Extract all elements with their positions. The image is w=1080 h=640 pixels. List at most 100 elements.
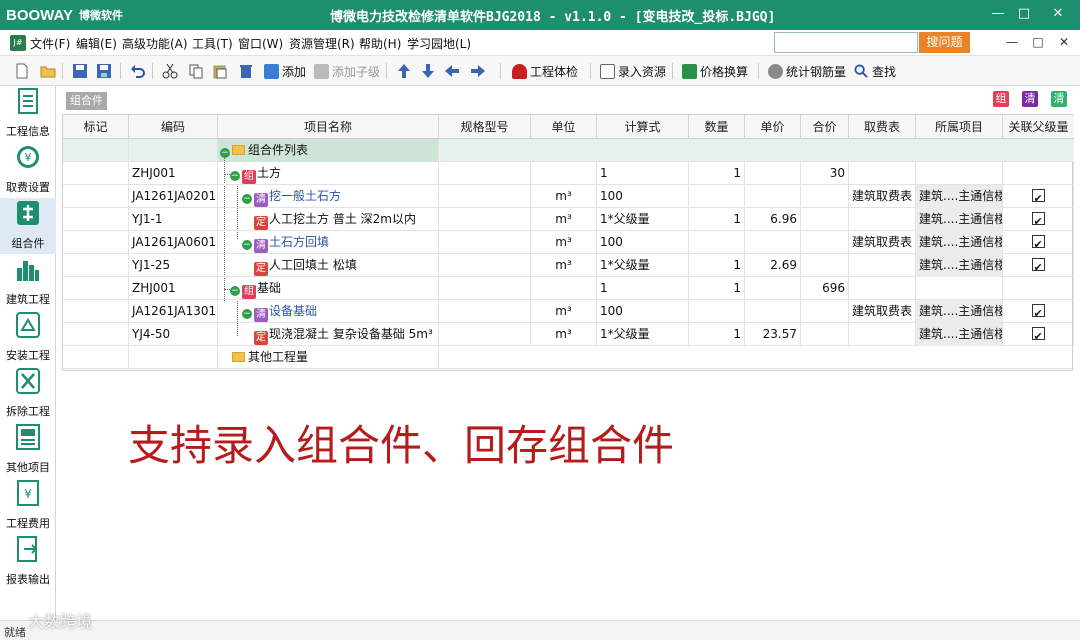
save-icon[interactable] [72, 63, 88, 79]
cell-mark[interactable] [63, 231, 129, 254]
table-row[interactable]: JA1261JA0201− 清挖一般土石方 m³ 100 建筑取费表 建筑....主通信楼 [63, 185, 1074, 208]
cell-fee-table[interactable] [849, 208, 916, 231]
cell-name[interactable]: 定现浇混凝土 复杂设备基础 5m³ [218, 323, 439, 346]
table-row[interactable]: ZHJ001− 组基础 1 1 696 [63, 277, 1074, 300]
cell-qty[interactable] [689, 300, 745, 323]
cell-mark[interactable] [63, 162, 129, 185]
cell-code[interactable]: YJ1-1 [129, 208, 218, 231]
cell-link-parent[interactable] [1003, 208, 1074, 231]
cell-formula[interactable]: 100 [597, 185, 689, 208]
copy-icon[interactable] [188, 63, 204, 79]
link-parent-checkbox[interactable] [1031, 233, 1045, 254]
cell-formula[interactable]: 100 [597, 300, 689, 323]
cut-icon[interactable] [162, 63, 178, 79]
cell-spec[interactable] [439, 162, 531, 185]
col-formula[interactable]: 计算式 [597, 115, 689, 139]
cell-total[interactable] [801, 231, 849, 254]
minimize-button[interactable]: — [986, 3, 1010, 25]
cell-formula[interactable]: 1*父级量 [597, 254, 689, 277]
cell-spec[interactable] [439, 208, 531, 231]
cell-code[interactable]: JA1261JA0201 [129, 185, 218, 208]
cell-total[interactable] [801, 254, 849, 277]
menu-learning[interactable]: 学习园地(L) [407, 35, 471, 52]
cell-link-parent[interactable] [1003, 277, 1074, 300]
cell-total[interactable] [801, 323, 849, 346]
price-convert-button[interactable]: 价格换算 [682, 62, 748, 80]
cell-project[interactable] [916, 277, 1003, 300]
cell-formula[interactable]: 1*父级量 [597, 208, 689, 231]
cell-price[interactable] [745, 162, 801, 185]
cell-link-parent[interactable] [1003, 323, 1074, 346]
badge-qing-green[interactable]: 清 [1051, 91, 1067, 107]
table-row-other[interactable]: 其他工程量 [63, 346, 1074, 369]
cell-unit[interactable]: m³ [531, 231, 597, 254]
table-row-root[interactable]: − 组合件列表 [63, 139, 1074, 162]
sidebar-item-building[interactable]: 建筑工程 [0, 254, 56, 310]
menu-help[interactable]: 帮助(H) [359, 35, 401, 52]
cell-formula[interactable]: 1*父级量 [597, 323, 689, 346]
cell-unit[interactable]: m³ [531, 185, 597, 208]
save-as-icon[interactable] [96, 63, 112, 79]
cell-formula[interactable]: 100 [597, 231, 689, 254]
cell-total[interactable] [801, 300, 849, 323]
cell-fee-table[interactable] [849, 277, 916, 300]
cell-mark[interactable] [63, 208, 129, 231]
cell-mark[interactable] [63, 185, 129, 208]
arrow-down-icon[interactable] [420, 63, 436, 79]
cell-qty[interactable]: 1 [689, 277, 745, 300]
collapse-toggle-icon[interactable]: − [242, 194, 252, 204]
cell-project[interactable]: 建筑....主通信楼 [916, 185, 1003, 208]
project-check-button[interactable]: 工程体检 [512, 62, 578, 80]
col-name[interactable]: 项目名称 [218, 115, 439, 139]
col-unit[interactable]: 单位 [531, 115, 597, 139]
table-row[interactable]: YJ1-1 定人工挖土方 普土 深2m以内 m³ 1*父级量 1 6.96 建筑....主通… [63, 208, 1074, 231]
sidebar-item-project-info[interactable]: 工程信息 [0, 86, 56, 142]
cell-price[interactable] [745, 300, 801, 323]
cell-spec[interactable] [439, 277, 531, 300]
menu-resource[interactable]: 资源管理(R) [289, 35, 355, 52]
arrow-left-icon[interactable] [444, 63, 460, 79]
col-code[interactable]: 编码 [129, 115, 218, 139]
open-folder-icon[interactable] [40, 63, 56, 79]
cell-name[interactable]: − 清设备基础 [218, 300, 439, 323]
menu-advanced[interactable]: 高级功能(A) [122, 35, 188, 52]
cell-project[interactable]: 建筑....主通信楼 [916, 254, 1003, 277]
maximize-button[interactable]: □ [1012, 3, 1036, 25]
col-price[interactable]: 单价 [745, 115, 801, 139]
link-parent-checkbox[interactable] [1031, 187, 1045, 208]
cell-code[interactable]: ZHJ001 [129, 277, 218, 300]
cell-code[interactable]: YJ1-25 [129, 254, 218, 277]
cell-fee-table[interactable]: 建筑取费表 [849, 300, 916, 323]
arrow-up-icon[interactable] [396, 63, 412, 79]
cell-project[interactable] [916, 162, 1003, 185]
cell-formula[interactable]: 1 [597, 277, 689, 300]
collapse-toggle-icon[interactable]: − [242, 309, 252, 319]
sidebar-item-demolish[interactable]: 拆除工程 [0, 366, 56, 422]
cell-spec[interactable] [439, 231, 531, 254]
app-icon[interactable]: J# [10, 35, 26, 51]
cell-total[interactable] [801, 208, 849, 231]
mdi-restore-button[interactable]: □ [1028, 33, 1048, 51]
cell-price[interactable] [745, 277, 801, 300]
collapse-toggle-icon[interactable]: − [230, 286, 240, 296]
cell-project[interactable]: 建筑....主通信楼 [916, 208, 1003, 231]
menu-file[interactable]: 文件(F) [30, 35, 70, 52]
table-row[interactable]: JA1261JA1301− 清设备基础 m³ 100 建筑取费表 建筑....主通信楼 [63, 300, 1074, 323]
cell-fee-table[interactable] [849, 323, 916, 346]
table-row[interactable]: YJ4-50 定现浇混凝土 复杂设备基础 5m³ m³ 1*父级量 1 23.57 建筑..… [63, 323, 1074, 346]
menu-window[interactable]: 窗口(W) [238, 35, 283, 52]
cell-spec[interactable] [439, 323, 531, 346]
cell-link-parent[interactable] [1003, 300, 1074, 323]
cell-total[interactable]: 30 [801, 162, 849, 185]
cell-total[interactable]: 696 [801, 277, 849, 300]
menu-edit[interactable]: 编辑(E) [76, 35, 117, 52]
panel-tab-assembly[interactable]: 组合件 [66, 92, 107, 110]
cell-name[interactable]: 定人工回填土 松填 [218, 254, 439, 277]
link-parent-checkbox[interactable] [1031, 302, 1045, 323]
link-parent-checkbox[interactable] [1031, 210, 1045, 231]
cell-link-parent[interactable] [1003, 162, 1074, 185]
paste-icon[interactable] [212, 63, 228, 79]
delete-icon[interactable] [238, 63, 254, 79]
sidebar-item-install[interactable]: 安装工程 [0, 310, 56, 366]
cell-total[interactable] [801, 185, 849, 208]
